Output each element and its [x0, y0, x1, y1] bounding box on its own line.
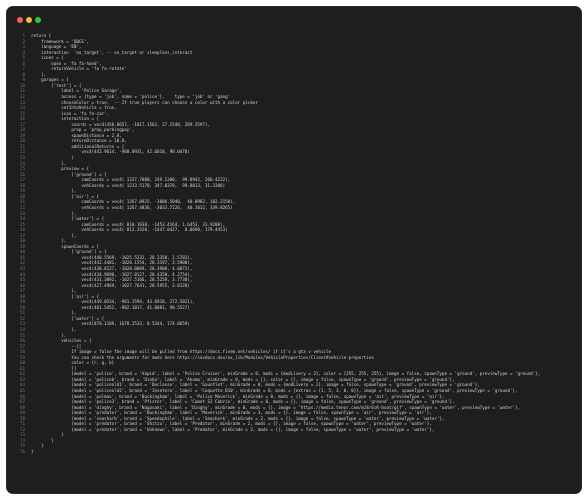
code-window: 1 return {2 framework = 'QBCE', 3 language… [7, 7, 581, 493]
code-text: {model = 'predator', brand = 'Unknown', … [31, 426, 435, 432]
code-line: 76} [7, 449, 581, 455]
close-button[interactable] [17, 17, 23, 23]
minimize-button[interactable] [26, 17, 32, 23]
line-number: 76 [19, 449, 25, 455]
code-editor[interactable]: 1 return {2 framework = 'QBCE', 3 language… [7, 33, 581, 493]
code-text: } [31, 449, 34, 455]
maximize-button[interactable] [35, 17, 41, 23]
window-titlebar [7, 7, 581, 31]
